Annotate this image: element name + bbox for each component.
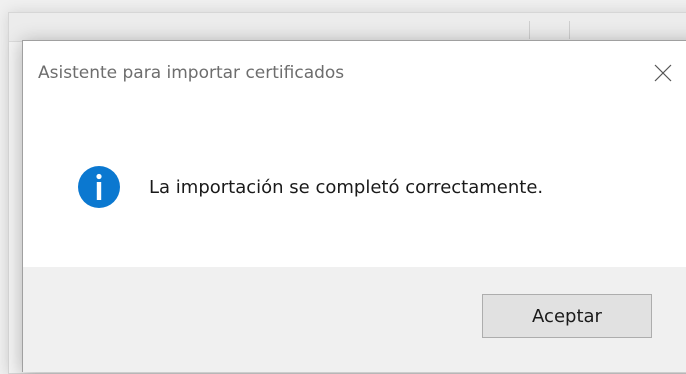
dialog-footer: Aceptar	[23, 267, 686, 372]
background-window-divider	[529, 21, 530, 39]
background-window-titlebar	[9, 13, 686, 42]
ok-button[interactable]: Aceptar	[482, 294, 652, 338]
close-icon	[654, 64, 672, 82]
dialog-title: Asistente para importar certificados	[38, 63, 345, 83]
info-icon	[78, 166, 120, 208]
close-button[interactable]	[647, 57, 679, 89]
import-complete-dialog: Asistente para importar certificados La …	[22, 40, 686, 372]
dialog-message: La importación se completó correctamente…	[149, 176, 544, 198]
dialog-content: La importación se completó correctamente…	[77, 165, 543, 209]
background-window-divider	[569, 21, 570, 39]
